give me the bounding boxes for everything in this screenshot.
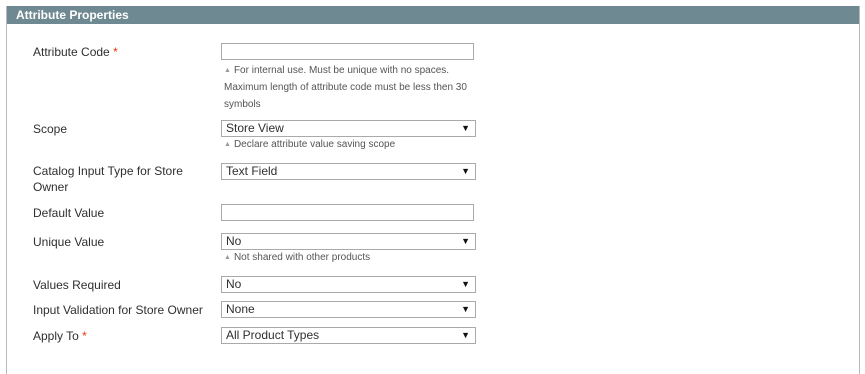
scope-label: Scope <box>33 122 68 136</box>
default-value-label: Default Value <box>33 206 105 220</box>
input-validation-select[interactable]: None ▼ <box>221 301 476 318</box>
scope-select[interactable]: Store View ▼ <box>221 120 476 137</box>
apply-to-selected-value: All Product Types <box>226 328 320 342</box>
required-mark: * <box>113 45 118 59</box>
apply-to-label-text: Apply To <box>33 329 79 343</box>
note-triangle-icon: ▲ <box>224 254 231 261</box>
attribute-code-label-text: Attribute Code <box>33 45 110 59</box>
attribute-properties-panel: Attribute Properties Attribute Code * ▲ F… <box>6 6 860 374</box>
unique-value-select[interactable]: No ▼ <box>221 233 476 250</box>
panel-header: Attribute Properties <box>7 6 859 24</box>
chevron-down-icon: ▼ <box>461 330 470 340</box>
attribute-code-label: Attribute Code * <box>33 44 118 60</box>
chevron-down-icon: ▼ <box>461 304 470 314</box>
values-required-label: Values Required <box>33 278 121 292</box>
unique-value-label: Unique Value <box>33 235 105 249</box>
panel-title: Attribute Properties <box>16 8 129 22</box>
attribute-code-note: ▲ For internal use. Must be unique with n… <box>224 63 449 78</box>
apply-to-label: Apply To * <box>33 328 87 344</box>
required-mark: * <box>82 329 87 343</box>
unique-value-note-text: Not shared with other products <box>233 252 371 263</box>
chevron-down-icon: ▼ <box>461 236 470 246</box>
unique-value-selected-value: No <box>226 234 242 248</box>
attribute-code-input[interactable] <box>221 43 474 60</box>
input-validation-label: Input Validation for Store Owner <box>33 303 203 317</box>
scope-note: ▲ Declare attribute value saving scope <box>224 137 395 152</box>
apply-to-select[interactable]: All Product Types ▼ <box>221 327 476 344</box>
unique-value-note: ▲ Not shared with other products <box>224 250 370 265</box>
attribute-code-note-line-2: Maximum length of attribute code must be… <box>224 82 467 93</box>
note-triangle-icon: ▲ <box>224 141 231 148</box>
input-type-label-line-2: Owner <box>33 180 69 194</box>
note-triangle-icon: ▲ <box>224 67 231 74</box>
attribute-code-note-line-1: For internal use. Must be unique with no… <box>233 65 450 76</box>
input-type-label-line-1: Catalog Input Type for Store <box>33 164 183 178</box>
input-type-selected-value: Text Field <box>226 164 278 178</box>
attribute-code-note-line-3: symbols <box>224 99 261 110</box>
input-type-label: Catalog Input Type for Store Owner <box>33 163 183 195</box>
input-validation-selected-value: None <box>226 302 255 316</box>
default-value-input[interactable] <box>221 204 474 221</box>
scope-note-text: Declare attribute value saving scope <box>233 139 396 150</box>
input-type-select[interactable]: Text Field ▼ <box>221 163 476 180</box>
chevron-down-icon: ▼ <box>461 166 470 176</box>
scope-selected-value: Store View <box>226 121 284 135</box>
values-required-selected-value: No <box>226 277 242 291</box>
values-required-select[interactable]: No ▼ <box>221 276 476 293</box>
chevron-down-icon: ▼ <box>461 279 470 289</box>
chevron-down-icon: ▼ <box>461 123 470 133</box>
